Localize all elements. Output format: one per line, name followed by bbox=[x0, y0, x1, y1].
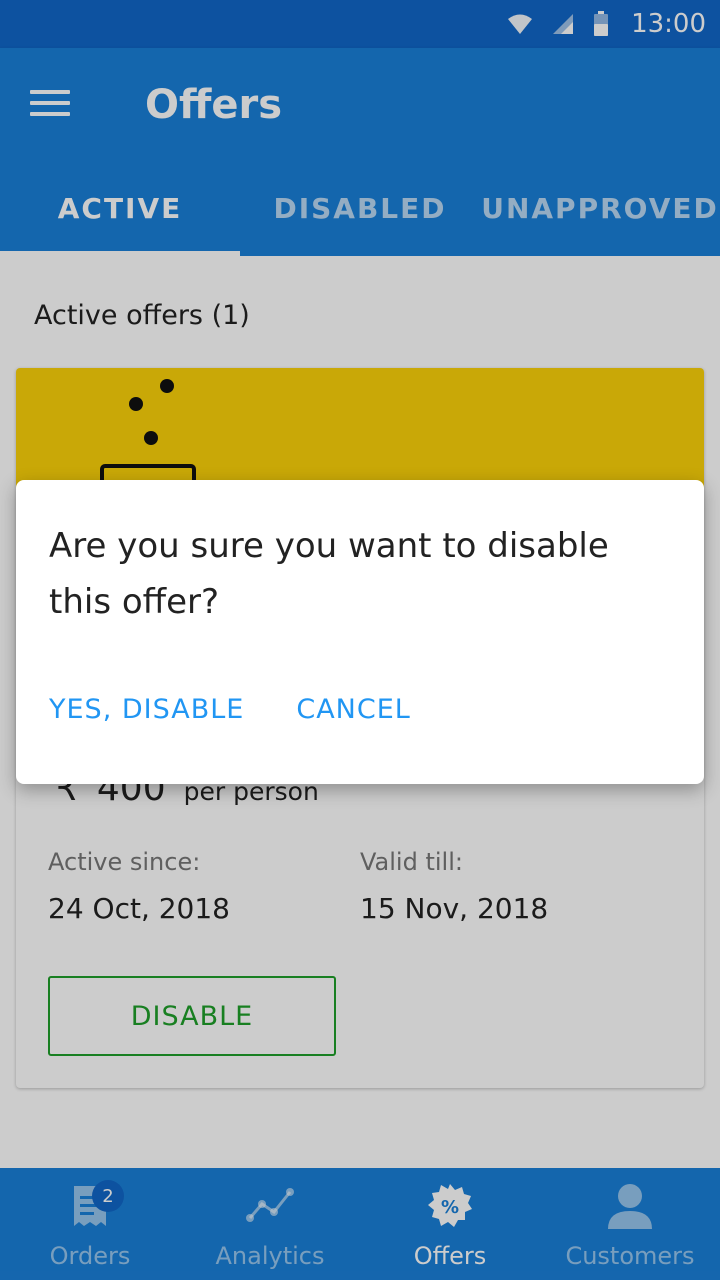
dialog-message: Are you sure you want to disable this of… bbox=[49, 526, 609, 622]
confirm-disable-button[interactable]: YES, DISABLE bbox=[49, 690, 244, 729]
dialog-actions: YES, DISABLE CANCEL bbox=[49, 690, 463, 729]
cancel-button[interactable]: CANCEL bbox=[296, 690, 410, 729]
confirm-dialog: Are you sure you want to disable this of… bbox=[16, 480, 704, 784]
